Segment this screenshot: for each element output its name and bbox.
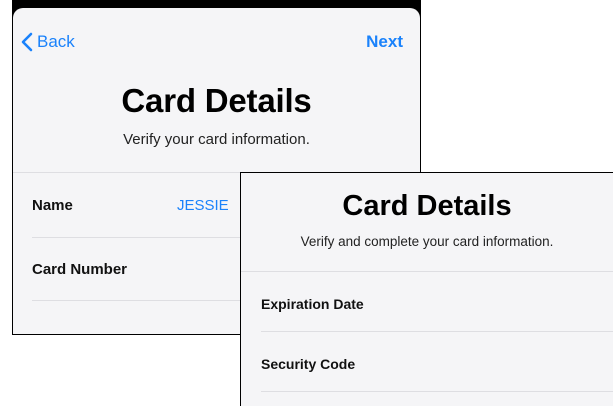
back-button[interactable]: Back [21,31,75,53]
expiration-date-label[interactable]: Expiration Date [261,296,364,312]
stage: Back Next Card Details Verify your card … [0,0,613,406]
page-title: Card Details [342,190,512,222]
page-subtitle: Verify your card information. [123,131,310,148]
chevron-left-icon [21,32,33,52]
page-title: Card Details [121,82,312,119]
security-code-label[interactable]: Security Code [261,356,355,372]
front-screen: Card Details Verify and complete your ca… [240,172,613,406]
page-subtitle: Verify and complete your card informatio… [300,234,554,249]
name-value[interactable]: JESSIE [177,197,229,214]
navigation-bar: Back Next [13,8,420,74]
divider [241,271,613,272]
divider [261,331,613,332]
name-label: Name [32,197,73,214]
next-button[interactable]: Next [366,32,403,52]
front-screen-content: Card Details Verify and complete your ca… [241,173,613,406]
back-button-label: Back [37,32,75,51]
card-number-label: Card Number [32,261,128,278]
divider [261,391,613,392]
